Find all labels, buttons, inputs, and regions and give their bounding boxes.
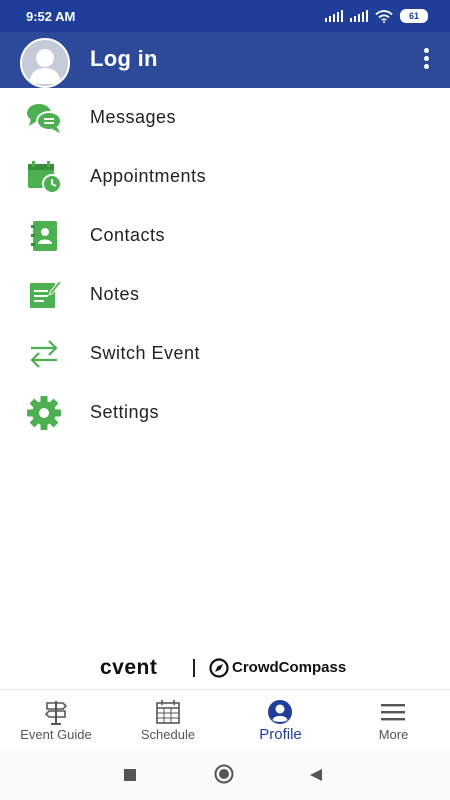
- signpost-icon: [44, 701, 68, 725]
- profile-menu-list: Messages Appointments Contacts Notes Swi…: [0, 88, 450, 442]
- menu-item-label: Notes: [90, 284, 140, 304]
- messages-icon: [27, 104, 62, 133]
- signal-icon-2: [350, 10, 368, 22]
- crowdcompass-logo: CrowdCompass: [232, 659, 347, 676]
- profile-icon: [268, 700, 292, 724]
- avatar-person-icon: [29, 49, 61, 84]
- battery-icon: 61: [400, 9, 428, 23]
- crowdcompass-logo-icon: [209, 658, 229, 678]
- branding-footer: cvent CrowdCompass: [0, 656, 450, 682]
- menu-item-contacts[interactable]: Contacts: [0, 206, 450, 265]
- calendar-clock-icon: [28, 161, 62, 194]
- menu-item-messages[interactable]: Messages: [0, 88, 450, 147]
- status-time: 9:52 AM: [26, 9, 76, 24]
- menu-item-label: Messages: [90, 107, 177, 127]
- login-title[interactable]: Log in: [90, 46, 158, 72]
- calendar-icon: [156, 700, 180, 724]
- nav-label: More: [378, 727, 409, 742]
- menu-item-label: Contacts: [90, 225, 166, 245]
- system-nav-bar: [0, 749, 450, 800]
- menu-item-label: Settings: [90, 402, 160, 422]
- contacts-book-icon: [31, 221, 57, 251]
- switch-arrows-icon: [30, 340, 58, 368]
- nav-label: Event Guide: [20, 727, 92, 742]
- menu-item-switch-event[interactable]: Switch Event: [0, 324, 450, 383]
- nav-event-guide[interactable]: Event Guide: [0, 690, 112, 750]
- menu-item-settings[interactable]: Settings: [0, 383, 450, 442]
- status-icons: 61: [325, 9, 428, 23]
- nav-schedule[interactable]: Schedule: [112, 690, 224, 750]
- nav-label: Schedule: [140, 727, 196, 742]
- recents-button[interactable]: [124, 769, 136, 781]
- menu-item-label: Switch Event: [90, 343, 201, 363]
- home-button[interactable]: [214, 764, 234, 784]
- back-button[interactable]: [308, 767, 324, 783]
- wifi-icon: [375, 9, 393, 23]
- avatar[interactable]: [20, 38, 70, 88]
- more-options-icon[interactable]: [424, 48, 430, 72]
- nav-more[interactable]: More: [337, 690, 450, 750]
- nav-label: Profile: [259, 726, 302, 743]
- signal-icon: [325, 10, 343, 22]
- menu-item-appointments[interactable]: Appointments: [0, 147, 450, 206]
- brand-divider: [193, 659, 195, 677]
- app-bar: Log in: [0, 32, 450, 88]
- bottom-nav: Event Guide Schedule Profile More: [0, 689, 450, 750]
- nav-profile[interactable]: Profile: [224, 690, 337, 750]
- menu-item-notes[interactable]: Notes: [0, 265, 450, 324]
- menu-item-label: Appointments: [90, 166, 207, 186]
- status-bar: 9:52 AM 61: [0, 0, 450, 32]
- notes-icon: [30, 280, 62, 308]
- hamburger-icon: [381, 704, 405, 721]
- gear-icon: [27, 396, 61, 430]
- cvent-logo: cvent: [100, 656, 158, 679]
